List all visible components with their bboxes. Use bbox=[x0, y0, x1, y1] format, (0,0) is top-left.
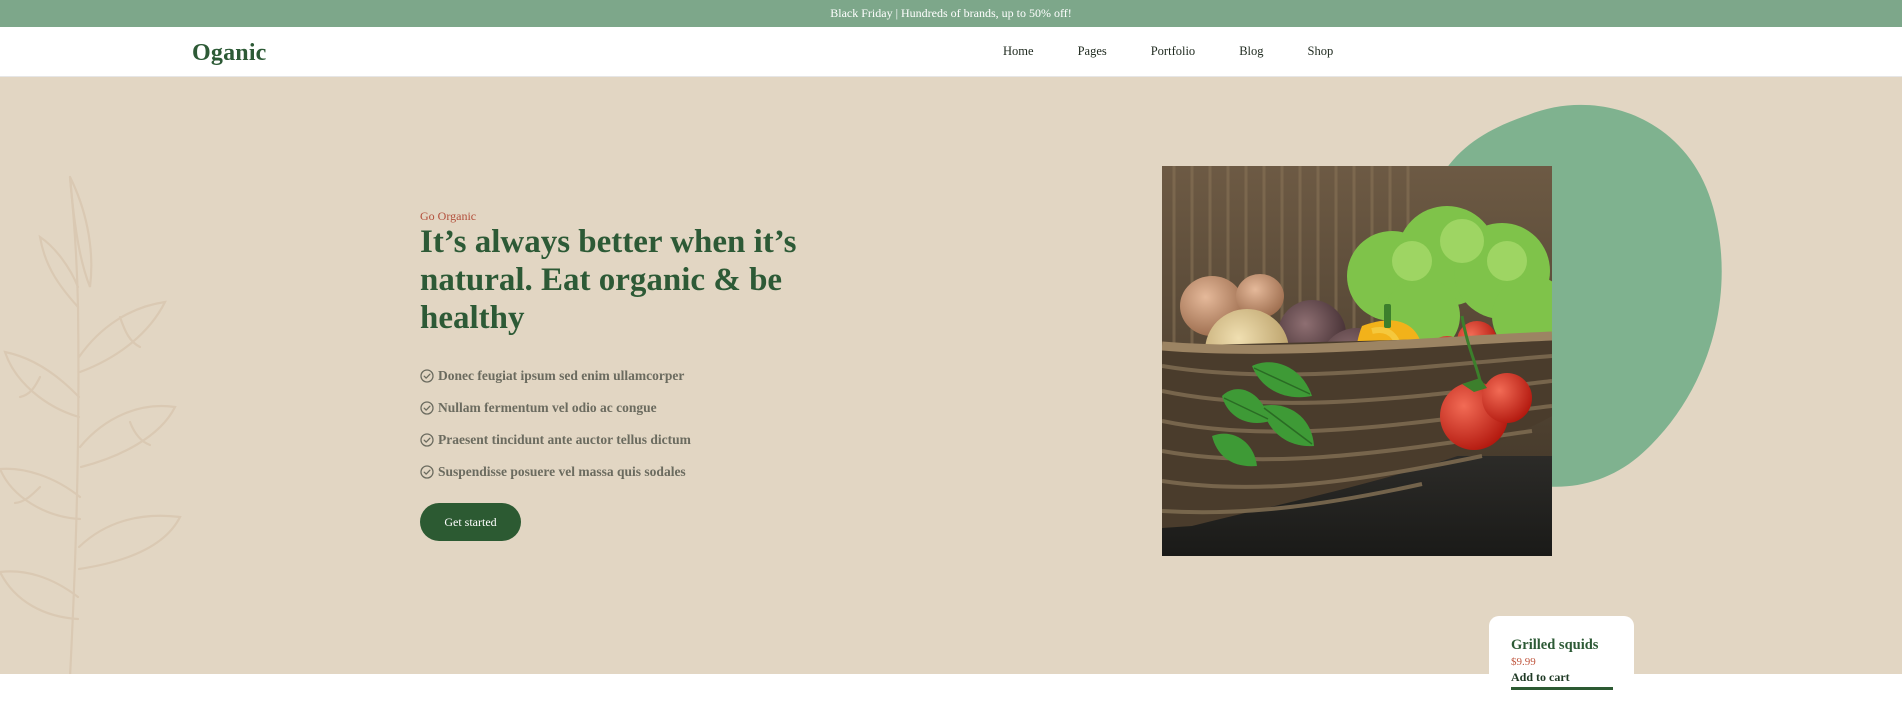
site-logo[interactable]: Oganic bbox=[192, 40, 267, 67]
product-name[interactable]: Grilled squids bbox=[1511, 637, 1634, 654]
nav-portfolio[interactable]: Portfolio bbox=[1151, 42, 1195, 60]
check-circle-icon bbox=[420, 401, 434, 415]
promo-bar: Black Friday | Hundreds of brands, up to… bbox=[0, 0, 1902, 27]
main-nav: Home Pages Portfolio Blog Shop bbox=[1003, 42, 1333, 60]
promo-text: Black Friday | Hundreds of brands, up to… bbox=[830, 6, 1072, 20]
feature-item: Praesent tincidunt ante auctor tellus di… bbox=[420, 424, 691, 456]
nav-pages[interactable]: Pages bbox=[1078, 42, 1107, 60]
feature-text: Suspendisse posuere vel massa quis sodal… bbox=[438, 464, 686, 479]
feature-item: Nullam fermentum vel odio ac congue bbox=[420, 392, 691, 424]
nav-blog[interactable]: Blog bbox=[1239, 42, 1263, 60]
feature-item: Suspendisse posuere vel massa quis sodal… bbox=[420, 456, 691, 488]
check-circle-icon bbox=[420, 369, 434, 383]
feature-text: Praesent tincidunt ante auctor tellus di… bbox=[438, 432, 691, 447]
product-card: Grilled squids $9.99 Add to cart bbox=[1489, 616, 1634, 709]
check-circle-icon bbox=[420, 433, 434, 447]
product-price: $9.99 bbox=[1511, 656, 1536, 668]
nav-home[interactable]: Home bbox=[1003, 42, 1034, 60]
nav-shop[interactable]: Shop bbox=[1308, 42, 1334, 60]
site-header: Oganic Home Pages Portfolio Blog Shop bbox=[0, 27, 1902, 77]
hero-title: It’s always better when it’s natural. Ea… bbox=[420, 224, 797, 336]
feature-item: Donec feugiat ipsum sed enim ullamcorper bbox=[420, 360, 691, 392]
vegetable-basket-image bbox=[1162, 166, 1552, 556]
get-started-button[interactable]: Get started bbox=[420, 503, 521, 541]
check-circle-icon bbox=[420, 465, 434, 479]
hero-section: Go Organic It’s always better when it’s … bbox=[0, 77, 1902, 674]
leaf-plant-decoration bbox=[0, 175, 182, 674]
add-to-cart-button[interactable]: Add to cart bbox=[1511, 670, 1613, 690]
feature-text: Donec feugiat ipsum sed enim ullamcorper bbox=[438, 368, 685, 383]
hero-eyebrow: Go Organic bbox=[420, 209, 477, 223]
feature-list: Donec feugiat ipsum sed enim ullamcorper… bbox=[420, 360, 691, 488]
feature-text: Nullam fermentum vel odio ac congue bbox=[438, 400, 657, 415]
